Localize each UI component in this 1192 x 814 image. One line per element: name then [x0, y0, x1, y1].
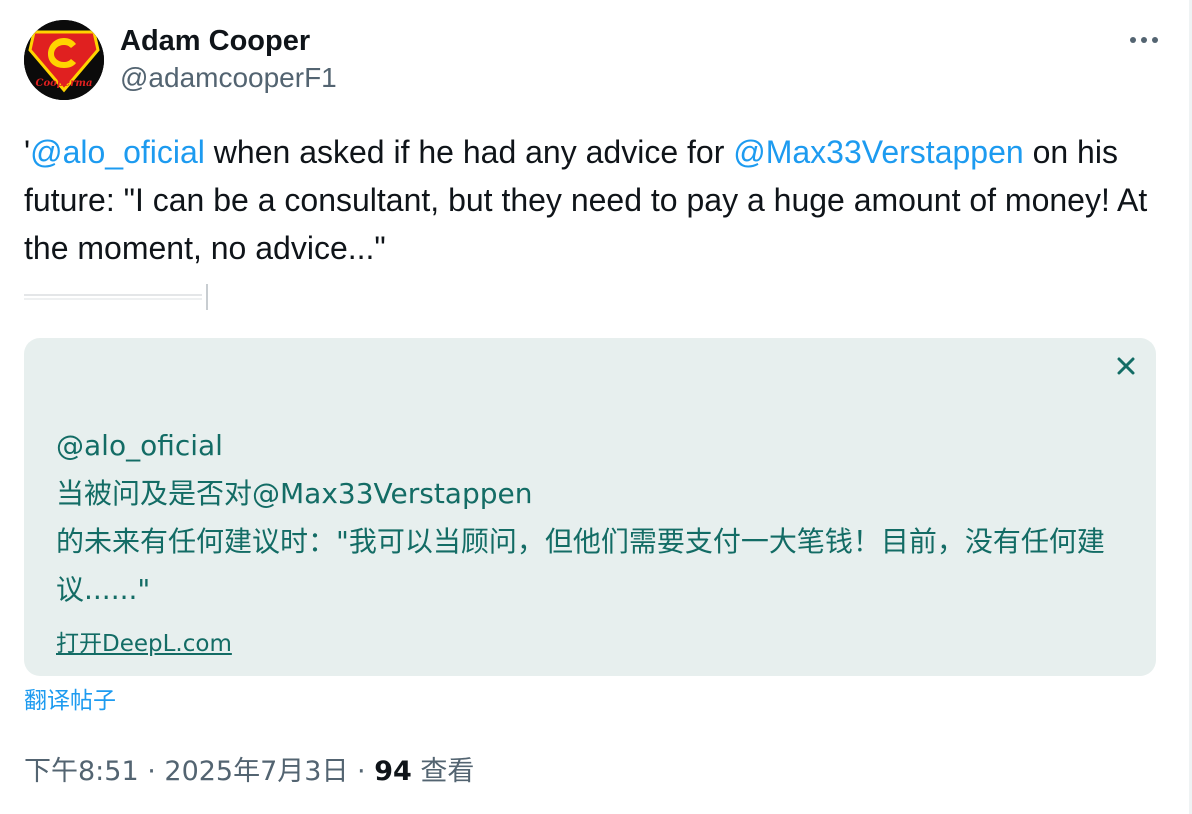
more-horizontal-icon	[1130, 37, 1158, 43]
media-preview-icon	[24, 284, 208, 310]
mention-link-max33verstappen[interactable]: @Max33Verstappen	[733, 134, 1023, 170]
close-translation-button[interactable]	[1114, 354, 1138, 378]
tweet-metadata: 下午8:51 · 2025年7月3日 · 94 查看	[24, 752, 474, 792]
translated-line-1: @alo_oficial	[56, 429, 223, 462]
translated-line-3: 的未来有任何建议时："我可以当顾问，但他们需要支付一大笔钱！目前，没有任何建议.…	[56, 525, 1105, 606]
tweet-text: '@alo_oficial when asked if he had any a…	[24, 128, 1164, 272]
meta-separator: ·	[138, 756, 165, 787]
avatar-logo-icon: Cooperma	[24, 20, 104, 100]
avatar[interactable]: Cooperma	[24, 20, 104, 100]
avatar-text: Cooperma	[36, 78, 93, 89]
more-options-button[interactable]	[1124, 20, 1164, 60]
close-icon	[1117, 357, 1135, 375]
views-label: 查看	[411, 756, 475, 787]
media-preview-strip[interactable]	[24, 282, 214, 312]
views-count[interactable]: 94	[374, 756, 412, 787]
mention-link-alo-oficial[interactable]: @alo_oficial	[30, 134, 205, 170]
translation-panel: @alo_oficial 当被问及是否对@Max33Verstappen 的未来…	[24, 338, 1156, 676]
tweet-header: Cooperma Adam Cooper @adamcooperF1	[24, 20, 1164, 100]
tweet-text-part-1: when asked if he had any advice for	[204, 134, 734, 170]
translated-text: @alo_oficial 当被问及是否对@Max33Verstappen 的未来…	[56, 422, 1126, 614]
translate-post-link[interactable]: 翻译帖子	[24, 684, 116, 718]
author-names: Adam Cooper @adamcooperF1	[120, 24, 337, 98]
meta-separator: ·	[348, 756, 375, 787]
translated-line-2: 当被问及是否对@Max33Verstappen	[56, 477, 533, 510]
open-deepl-link[interactable]: 打开DeepL.com	[56, 626, 232, 662]
display-name[interactable]: Adam Cooper	[120, 24, 337, 58]
post-time[interactable]: 下午8:51	[24, 756, 139, 787]
post-date[interactable]: 2025年7月3日	[164, 756, 348, 787]
user-handle[interactable]: @adamcooperF1	[120, 58, 337, 98]
